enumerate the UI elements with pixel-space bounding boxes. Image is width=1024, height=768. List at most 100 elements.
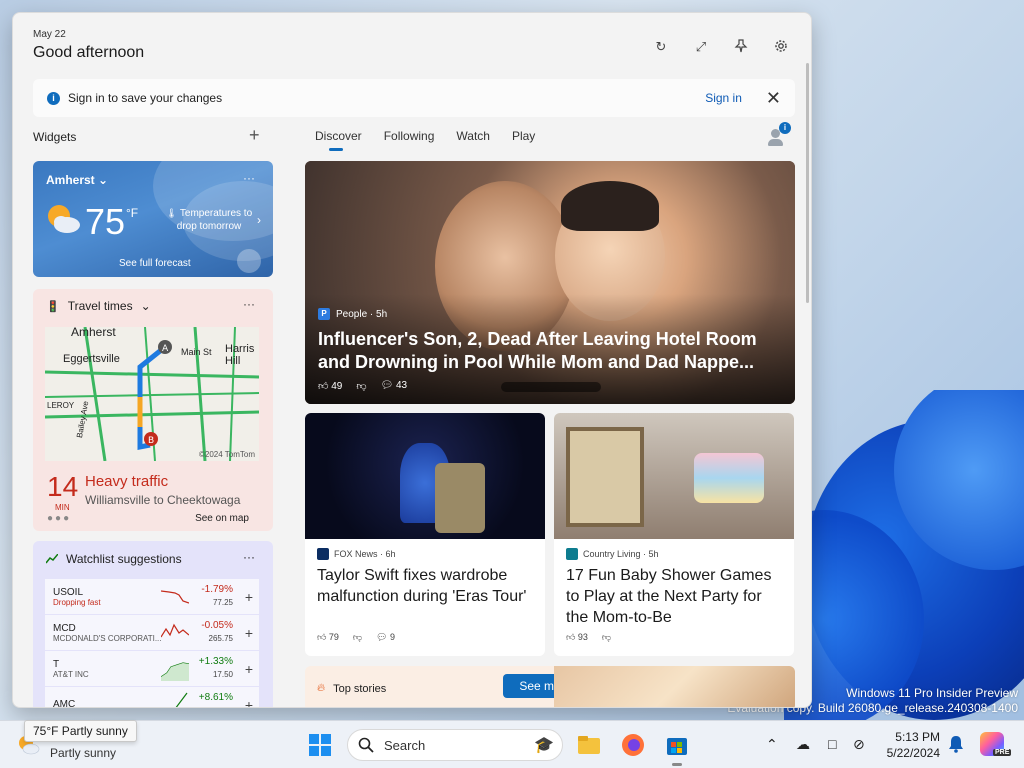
tab-following[interactable]: Following	[384, 129, 435, 151]
start-button[interactable]	[308, 733, 332, 757]
news-image	[554, 413, 794, 539]
stock-symbol: T	[53, 658, 60, 670]
dislike-icon[interactable]: 👎︎	[353, 632, 362, 643]
story-source[interactable]: FOX News · 6h	[317, 548, 396, 560]
travel-header[interactable]: 🚦 Travel times ⌄	[46, 299, 151, 313]
watchlist-row[interactable]: USOIL Dropping fast -1.79% 77.25 +	[45, 579, 259, 614]
refresh-icon[interactable]: ↻	[651, 39, 671, 55]
taskbar-weather-text[interactable]: Partly sunny	[50, 746, 116, 760]
svg-text:A: A	[162, 344, 169, 354]
full-forecast-link[interactable]: See full forecast	[119, 258, 191, 269]
carousel-dots[interactable]: ●●●	[47, 513, 71, 524]
network-icon[interactable]: ⊘	[853, 736, 865, 753]
carousel-pager[interactable]	[501, 382, 601, 392]
pin-icon[interactable]	[731, 39, 751, 55]
expand-icon[interactable]: ⤢	[691, 39, 711, 55]
map-label: Main St	[181, 347, 212, 357]
panel-header-actions: ↻ ⤢	[651, 39, 791, 55]
story-reactions: 👍︎ 49 👎︎ 💬︎ 43	[318, 380, 407, 392]
sparkline-chart	[161, 590, 189, 604]
weather-location[interactable]: Amherst ⌄	[46, 173, 108, 187]
widgets-heading: Widgets	[33, 130, 77, 144]
story-title[interactable]: 17 Fun Baby Shower Games to Play at the …	[566, 565, 786, 628]
weather-unit: °F	[126, 206, 139, 220]
profile-button[interactable]: i	[765, 122, 791, 149]
settings-icon[interactable]	[771, 39, 791, 55]
story-title[interactable]: Influencer's Son, 2, Dead After Leaving …	[318, 328, 788, 374]
story-reactions: 👍︎ 93 👎︎	[566, 632, 611, 643]
stock-symbol: MCD	[53, 622, 76, 634]
story-title[interactable]: Taylor Swift fixes wardrobe malfunction …	[317, 565, 537, 607]
panel-greeting: Good afternoon	[33, 44, 145, 61]
firefox-icon[interactable]	[620, 732, 646, 758]
onedrive-icon[interactable]: ☁︎	[796, 736, 810, 753]
story-source[interactable]: Country Living · 5h	[566, 548, 659, 560]
traffic-light-icon: 🚦	[46, 300, 60, 313]
signin-link[interactable]: Sign in	[705, 91, 742, 105]
watchlist-rows: USOIL Dropping fast -1.79% 77.25 + MCD M…	[45, 579, 259, 707]
add-stock-button[interactable]: +	[245, 589, 253, 605]
news-image	[305, 413, 545, 539]
chevron-right-icon[interactable]: ›	[257, 213, 261, 227]
add-stock-button[interactable]: +	[245, 625, 253, 641]
desktop-wallpaper-bloom	[784, 390, 1024, 720]
map-label: Eggertsville	[63, 353, 120, 365]
watchlist-row[interactable]: T AT&T INC +1.33% 17.50 +	[45, 651, 259, 686]
hero-story-card[interactable]: P People · 5h Influencer's Son, 2, Dead …	[305, 161, 795, 404]
comment-button[interactable]: 💬︎ 43	[381, 380, 408, 392]
add-widget-button[interactable]: +	[249, 125, 260, 146]
search-icon	[358, 737, 374, 753]
panel-date: May 22	[33, 29, 66, 40]
watchlist-row[interactable]: AMC +8.61% +	[45, 687, 259, 707]
thermometer-icon: 🌡	[165, 208, 178, 218]
dislike-icon[interactable]: 👎︎	[356, 380, 366, 392]
stock-name: Dropping fast	[53, 597, 101, 607]
travel-times-widget[interactable]: 🚦 Travel times ⌄ ··· A B Amherst Eggerts…	[33, 289, 273, 531]
close-icon[interactable]: ✕	[766, 89, 781, 107]
file-explorer-icon[interactable]	[576, 732, 602, 758]
top-stories-strip: 🔥︎ Top stories See more ›	[305, 666, 795, 707]
taskbar-search[interactable]: Search 🎓	[347, 729, 563, 761]
stock-price: 17.50	[212, 670, 233, 679]
news-image[interactable]	[554, 666, 795, 707]
weather-temperature: 75	[85, 201, 126, 242]
more-options-icon[interactable]: ···	[243, 550, 255, 564]
like-button[interactable]: 👍︎ 79	[317, 632, 339, 643]
comment-button[interactable]: 💬︎ 9	[376, 632, 395, 643]
taskbar-clock[interactable]: 5:13 PM 5/22/2024	[880, 729, 940, 761]
weather-widget[interactable]: Amherst ⌄ ··· 75 °F 🌡 Temperatures to dr…	[33, 161, 273, 277]
top-stories-label: 🔥︎ Top stories	[317, 682, 387, 695]
watchlist-header: Watchlist suggestions	[46, 552, 182, 566]
feed-tabs: Discover Following Watch Play	[315, 129, 535, 151]
tab-play[interactable]: Play	[512, 129, 535, 151]
panel-scrollbar[interactable]	[806, 63, 809, 303]
news-card[interactable]: Country Living · 5h 17 Fun Baby Shower G…	[554, 413, 794, 656]
microsoft-store-icon[interactable]	[664, 732, 690, 758]
like-button[interactable]: 👍︎ 49	[318, 380, 342, 392]
travel-minutes: 14	[47, 471, 79, 502]
see-on-map-link[interactable]: See on map	[195, 513, 249, 524]
more-options-icon[interactable]: ···	[243, 171, 255, 185]
tab-watch[interactable]: Watch	[456, 129, 490, 151]
watchlist-row[interactable]: MCD MCDONALD'S CORPORATI... -0.05% 265.7…	[45, 615, 259, 650]
stock-price: 265.75	[208, 634, 233, 643]
display-icon[interactable]: □	[828, 736, 836, 752]
story-source[interactable]: P People · 5h	[318, 308, 387, 320]
news-card[interactable]: FOX News · 6h Taylor Swift fixes wardrob…	[305, 413, 545, 656]
dislike-icon[interactable]: 👎︎	[602, 632, 611, 643]
add-stock-button[interactable]: +	[245, 661, 253, 677]
info-icon: i	[47, 91, 60, 105]
watchlist-title: Watchlist suggestions	[66, 552, 182, 566]
tab-discover[interactable]: Discover	[315, 129, 362, 151]
watchlist-widget[interactable]: Watchlist suggestions ··· USOIL Dropping…	[33, 541, 273, 707]
stock-name: MCDONALD'S CORPORATI...	[53, 633, 162, 643]
more-options-icon[interactable]: ···	[243, 297, 255, 311]
travel-minutes-label: MIN	[55, 503, 70, 512]
add-stock-button[interactable]: +	[245, 697, 253, 707]
country-living-logo-icon	[566, 548, 578, 560]
chevron-up-icon[interactable]: ⌃	[766, 736, 778, 753]
like-button[interactable]: 👍︎ 93	[566, 632, 588, 643]
traffic-map[interactable]: A B Amherst Eggertsville Main St Harris …	[45, 327, 259, 461]
notification-bell-icon[interactable]	[948, 735, 964, 753]
copilot-icon[interactable]	[237, 249, 261, 273]
